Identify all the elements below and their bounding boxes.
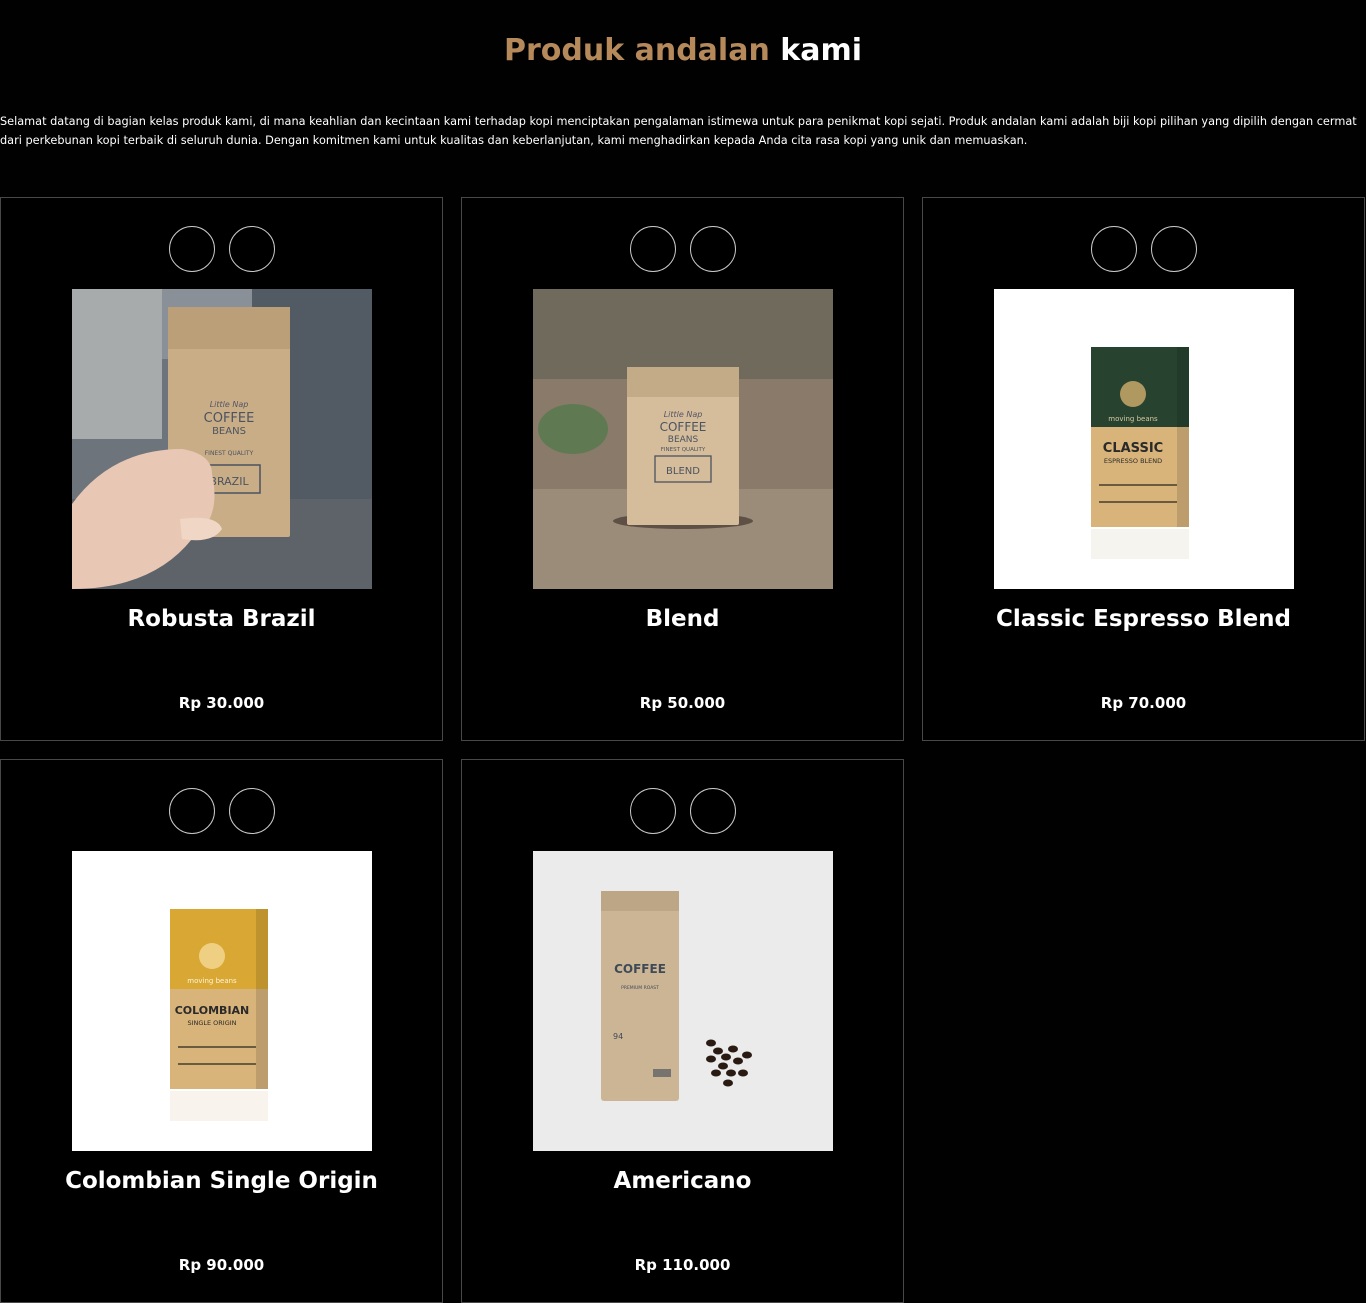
cart-icon-button[interactable] xyxy=(629,226,676,272)
product-card[interactable]: moving beans COLOMBIAN SINGLE ORIGIN Col… xyxy=(0,759,443,1303)
cart-icon-button[interactable] xyxy=(168,788,215,834)
product-price: Rp 30.000 xyxy=(178,694,265,712)
product-card[interactable]: Little Nap COFFEE BEANS FINEST QUALITY B… xyxy=(0,197,443,741)
products-section: Produk andalan kami Selamat datang di ba… xyxy=(0,0,1366,1303)
bag-label: BRAZIL xyxy=(209,475,249,488)
box-brand: moving beans xyxy=(187,977,237,985)
product-card[interactable]: moving beans CLASSIC ESPRESSO BLEND Clas… xyxy=(922,197,1365,741)
cart-icon-button[interactable] xyxy=(1090,226,1137,272)
product-image[interactable]: COFFEE PREMIUM ROAST 94 xyxy=(533,851,833,1151)
product-image[interactable]: Little Nap COFFEE BEANS FINEST QUALITY B… xyxy=(72,289,372,589)
card-actions xyxy=(923,226,1364,272)
product-image[interactable]: moving beans COLOMBIAN SINGLE ORIGIN xyxy=(72,851,372,1151)
view-icon-button[interactable] xyxy=(689,788,736,834)
section-title-accent: Produk andalan xyxy=(503,33,770,68)
box-line2: SINGLE ORIGIN xyxy=(187,1019,236,1027)
section-intro: Selamat datang di bagian kelas produk ka… xyxy=(0,115,1357,147)
product-photo-classic-espresso: moving beans CLASSIC ESPRESSO BLEND xyxy=(994,289,1294,589)
product-photo-colombian: moving beans COLOMBIAN SINGLE ORIGIN xyxy=(72,851,372,1151)
cart-icon-button[interactable] xyxy=(629,788,676,834)
box-line2: ESPRESSO BLEND xyxy=(1104,457,1162,465)
view-icon-button[interactable] xyxy=(689,226,736,272)
product-image[interactable]: moving beans CLASSIC ESPRESSO BLEND xyxy=(994,289,1294,589)
product-card[interactable]: COFFEE PREMIUM ROAST 94 Americano Rp 110… xyxy=(461,759,904,1303)
section-title-rest: kami xyxy=(780,33,863,68)
bag-line1: COFFEE xyxy=(204,411,255,426)
box-brand: moving beans xyxy=(1108,415,1158,423)
bag-line2: BEANS xyxy=(212,426,246,437)
product-image[interactable]: Little Nap COFFEE BEANS FINEST QUALITY B… xyxy=(533,289,833,589)
card-actions xyxy=(1,226,442,272)
cart-icon-button[interactable] xyxy=(168,226,215,272)
bag-line2: BEANS xyxy=(668,435,699,445)
product-name: Colombian Single Origin xyxy=(65,1168,378,1194)
product-card[interactable]: Little Nap COFFEE BEANS FINEST QUALITY B… xyxy=(461,197,904,741)
product-price: Rp 50.000 xyxy=(639,694,726,712)
product-name: Americano xyxy=(613,1168,752,1194)
bag-line2: PREMIUM ROAST xyxy=(621,985,659,991)
card-actions xyxy=(1,788,442,834)
bag-brand: Little Nap xyxy=(664,410,703,419)
box-line1: CLASSIC xyxy=(1103,441,1163,456)
view-icon-button[interactable] xyxy=(228,226,275,272)
product-photo-robusta-brazil: Little Nap COFFEE BEANS FINEST QUALITY B… xyxy=(72,289,372,589)
bag-quality: FINEST QUALITY xyxy=(661,447,706,453)
bag-quality: FINEST QUALITY xyxy=(205,450,254,457)
box-line1: COLOMBIAN xyxy=(175,1004,250,1017)
card-actions xyxy=(462,226,903,272)
bag-brand: Little Nap xyxy=(210,400,249,409)
section-title: Produk andalan kami xyxy=(0,33,1366,68)
bag-label: BLEND xyxy=(666,466,700,477)
bag-number: 94 xyxy=(613,1032,623,1041)
product-photo-americano: COFFEE PREMIUM ROAST 94 xyxy=(533,851,833,1151)
product-name: Robusta Brazil xyxy=(127,606,316,632)
bag-line1: COFFEE xyxy=(614,962,666,976)
product-name: Classic Espresso Blend xyxy=(995,606,1292,632)
product-price: Rp 110.000 xyxy=(634,1256,731,1274)
product-price: Rp 90.000 xyxy=(178,1256,265,1274)
product-price: Rp 70.000 xyxy=(1100,694,1187,712)
bag-line1: COFFEE xyxy=(660,420,707,434)
view-icon-button[interactable] xyxy=(228,788,275,834)
product-photo-blend: Little Nap COFFEE BEANS FINEST QUALITY B… xyxy=(533,289,833,589)
product-name: Blend xyxy=(645,606,720,632)
card-actions xyxy=(462,788,903,834)
view-icon-button[interactable] xyxy=(1150,226,1197,272)
